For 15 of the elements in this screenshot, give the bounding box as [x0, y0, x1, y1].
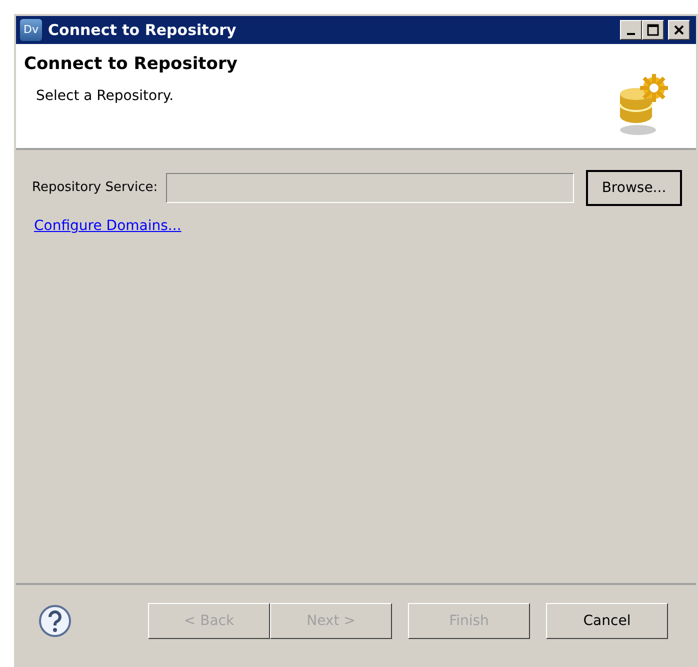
help-icon[interactable]: [38, 604, 72, 638]
window-title: Connect to Repository: [48, 20, 236, 41]
minimize-button[interactable]: [620, 20, 642, 40]
configure-domains-link[interactable]: Configure Domains...: [34, 218, 182, 234]
dialog-button[interactable]: Cancel: [546, 603, 668, 639]
maximize-button[interactable]: [642, 20, 664, 40]
app-icon: Dv: [20, 19, 42, 41]
maximize-icon: [647, 24, 659, 36]
close-icon: [673, 24, 685, 36]
browse-button[interactable]: Browse...: [586, 170, 682, 206]
close-button[interactable]: [668, 20, 690, 40]
page-title: Connect to Repository: [24, 53, 238, 76]
page-subtitle: Select a Repository.: [36, 86, 175, 106]
minimize-icon: [627, 33, 635, 35]
field-label: Repository Service:: [32, 179, 158, 198]
